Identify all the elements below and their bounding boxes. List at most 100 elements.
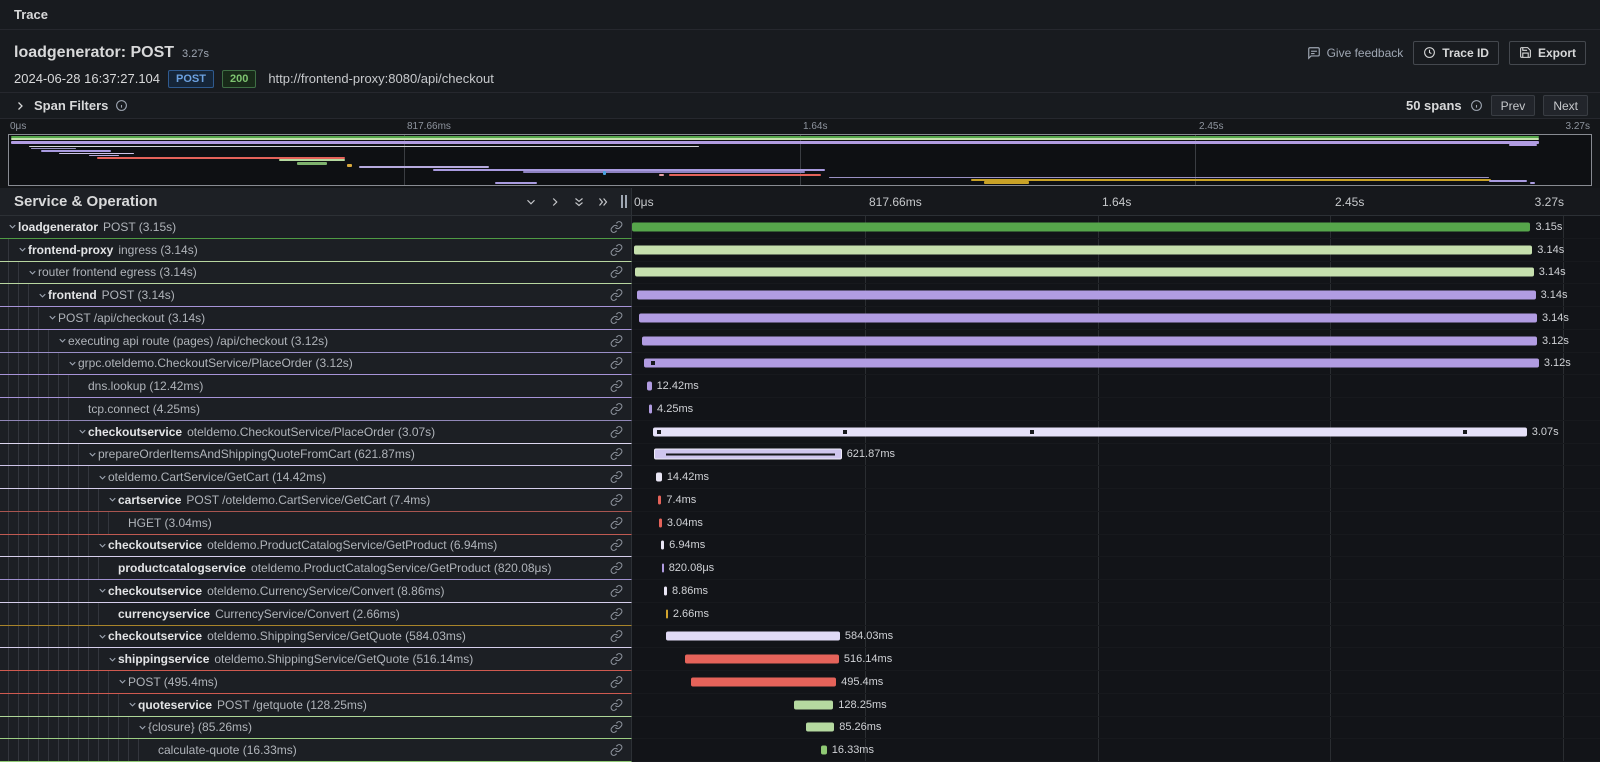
expand-one-icon[interactable] <box>545 192 565 212</box>
expand-chevron-icon[interactable] <box>76 426 88 437</box>
span-link-icon[interactable] <box>610 289 623 302</box>
span-name-cell[interactable]: executing api route (pages) /api/checkou… <box>0 330 632 353</box>
span-timeline-cell[interactable]: 820.08μs <box>632 557 1600 580</box>
span-name-cell[interactable]: checkoutservice oteldemo.ProductCatalogS… <box>0 535 632 558</box>
span-name-cell[interactable]: frontend POST (3.14s) <box>0 284 632 307</box>
expand-chevron-icon[interactable] <box>96 472 108 483</box>
span-duration-bar[interactable] <box>666 609 668 618</box>
info-icon[interactable] <box>115 99 128 112</box>
span-link-icon[interactable] <box>610 220 623 233</box>
span-timeline-cell[interactable]: 495.4ms <box>632 671 1600 694</box>
span-timeline-cell[interactable]: 85.26ms <box>632 717 1600 740</box>
span-name-cell[interactable]: checkoutservice oteldemo.CurrencyService… <box>0 580 632 603</box>
span-link-icon[interactable] <box>610 698 623 711</box>
span-row[interactable]: checkoutservice oteldemo.ProductCatalogS… <box>0 535 1600 558</box>
span-duration-bar[interactable] <box>647 382 652 391</box>
span-link-icon[interactable] <box>610 584 623 597</box>
span-link-icon[interactable] <box>610 675 623 688</box>
span-name-cell[interactable]: checkoutservice oteldemo.ShippingService… <box>0 626 632 649</box>
span-timeline-cell[interactable]: 12.42ms <box>632 375 1600 398</box>
span-duration-bar[interactable] <box>658 495 661 504</box>
give-feedback-link[interactable]: Give feedback <box>1307 46 1404 60</box>
span-timeline-cell[interactable]: 2.66ms <box>632 603 1600 626</box>
column-resize-handle[interactable] <box>621 195 627 208</box>
expand-chevron-icon[interactable] <box>6 221 18 232</box>
span-duration-bar[interactable] <box>666 632 839 641</box>
span-row[interactable]: HGET (3.04ms) 3.04ms <box>0 512 1600 535</box>
span-name-cell[interactable]: productcatalogservice oteldemo.ProductCa… <box>0 557 632 580</box>
span-name-cell[interactable]: router frontend egress (3.14s) <box>0 262 632 285</box>
span-duration-bar[interactable] <box>644 359 1539 368</box>
span-row[interactable]: quoteservice POST /getquote (128.25ms) 1… <box>0 694 1600 717</box>
span-timeline-cell[interactable]: 3.12s <box>632 353 1600 376</box>
span-timeline-cell[interactable]: 4.25ms <box>632 398 1600 421</box>
span-timeline-cell[interactable]: 621.87ms <box>632 444 1600 467</box>
span-duration-bar[interactable] <box>794 700 833 709</box>
span-timeline-cell[interactable]: 584.03ms <box>632 626 1600 649</box>
span-filters-label[interactable]: Span Filters <box>34 98 108 113</box>
span-duration-bar[interactable] <box>632 222 1530 231</box>
span-row[interactable]: {closure} (85.26ms) 85.26ms <box>0 717 1600 740</box>
span-name-cell[interactable]: {closure} (85.26ms) <box>0 717 632 740</box>
span-duration-bar[interactable] <box>654 449 841 460</box>
span-timeline-cell[interactable]: 3.14s <box>632 284 1600 307</box>
span-timeline-cell[interactable]: 6.94ms <box>632 535 1600 558</box>
span-row[interactable]: router frontend egress (3.14s) 3.14s <box>0 262 1600 285</box>
expand-chevron-icon[interactable] <box>26 267 38 278</box>
span-duration-bar[interactable] <box>662 564 664 573</box>
expand-chevron-icon[interactable] <box>46 312 58 323</box>
span-duration-bar[interactable] <box>635 268 1533 277</box>
span-timeline-cell[interactable]: 3.12s <box>632 330 1600 353</box>
span-row[interactable]: POST /api/checkout (3.14s) 3.14s <box>0 307 1600 330</box>
span-duration-bar[interactable] <box>691 677 836 686</box>
span-link-icon[interactable] <box>610 334 623 347</box>
span-timeline-cell[interactable]: 128.25ms <box>632 694 1600 717</box>
collapse-all-icon[interactable] <box>569 192 589 212</box>
span-duration-bar[interactable] <box>634 245 1532 254</box>
expand-chevron-icon[interactable] <box>126 699 138 710</box>
span-timeline-cell[interactable]: 14.42ms <box>632 466 1600 489</box>
span-name-cell[interactable]: POST (495.4ms) <box>0 671 632 694</box>
span-link-icon[interactable] <box>610 653 623 666</box>
span-name-cell[interactable]: calculate-quote (16.33ms) <box>0 739 632 762</box>
span-duration-bar[interactable] <box>637 291 1535 300</box>
span-timeline-cell[interactable]: 3.04ms <box>632 512 1600 535</box>
span-link-icon[interactable] <box>610 243 623 256</box>
trace-minimap[interactable] <box>8 134 1592 186</box>
trace-id-button[interactable]: Trace ID <box>1413 41 1499 65</box>
span-link-icon[interactable] <box>610 357 623 370</box>
export-button[interactable]: Export <box>1509 41 1586 65</box>
span-duration-bar[interactable] <box>685 655 839 664</box>
span-link-icon[interactable] <box>610 630 623 643</box>
span-row[interactable]: grpc.oteldemo.CheckoutService/PlaceOrder… <box>0 353 1600 376</box>
span-link-icon[interactable] <box>610 425 623 438</box>
expand-chevron-icon[interactable] <box>96 585 108 596</box>
span-name-cell[interactable]: dns.lookup (12.42ms) <box>0 375 632 398</box>
span-duration-bar[interactable] <box>649 404 652 413</box>
span-name-cell[interactable]: oteldemo.CartService/GetCart (14.42ms) <box>0 466 632 489</box>
span-link-icon[interactable] <box>610 311 623 324</box>
span-timeline-cell[interactable]: 7.4ms <box>632 489 1600 512</box>
span-link-icon[interactable] <box>610 744 623 757</box>
next-button[interactable]: Next <box>1543 95 1588 116</box>
chevron-right-icon[interactable] <box>14 100 26 112</box>
span-row[interactable]: checkoutservice oteldemo.ShippingService… <box>0 626 1600 649</box>
expand-chevron-icon[interactable] <box>86 449 98 460</box>
expand-chevron-icon[interactable] <box>96 631 108 642</box>
span-row[interactable]: executing api route (pages) /api/checkou… <box>0 330 1600 353</box>
span-duration-bar[interactable] <box>659 518 661 527</box>
span-link-icon[interactable] <box>610 516 623 529</box>
expand-chevron-icon[interactable] <box>56 335 68 346</box>
span-duration-bar[interactable] <box>656 473 662 482</box>
span-timeline-cell[interactable]: 3.14s <box>632 239 1600 262</box>
expand-chevron-icon[interactable] <box>16 244 28 255</box>
span-link-icon[interactable] <box>610 471 623 484</box>
span-link-icon[interactable] <box>610 539 623 552</box>
span-timeline-cell[interactable]: 8.86ms <box>632 580 1600 603</box>
prev-button[interactable]: Prev <box>1491 95 1536 116</box>
span-row[interactable]: loadgenerator POST (3.15s) 3.15s <box>0 216 1600 239</box>
span-row[interactable]: prepareOrderItemsAndShippingQuoteFromCar… <box>0 444 1600 467</box>
span-count-info-icon[interactable] <box>1470 99 1483 112</box>
span-name-cell[interactable]: HGET (3.04ms) <box>0 512 632 535</box>
span-row[interactable]: frontend POST (3.14s) 3.14s <box>0 284 1600 307</box>
